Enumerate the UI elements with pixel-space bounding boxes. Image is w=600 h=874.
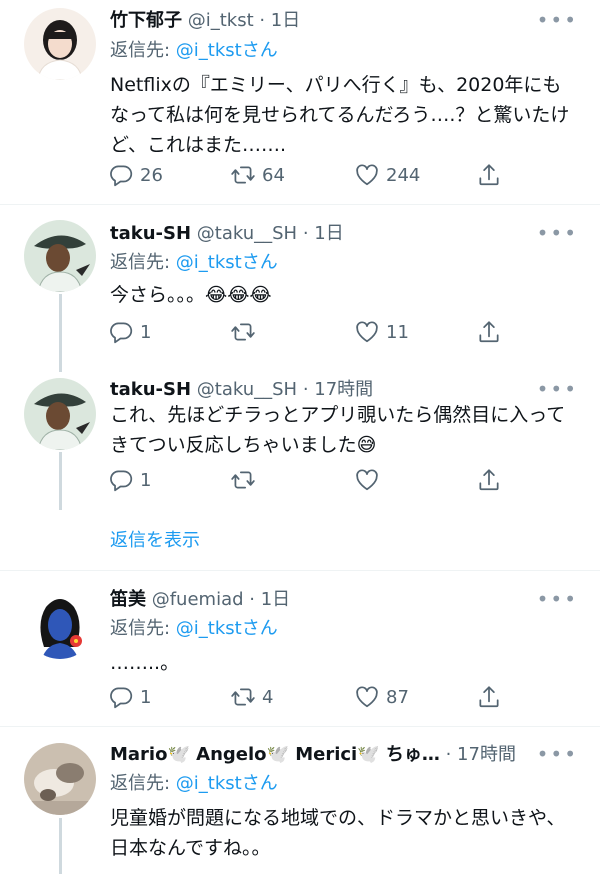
avatar[interactable] (24, 220, 96, 292)
share-icon (476, 162, 502, 188)
share-button[interactable] (476, 159, 502, 191)
more-icon[interactable]: ••• (537, 377, 578, 401)
more-icon[interactable]: ••• (537, 8, 578, 32)
reply-count: 1 (140, 469, 152, 491)
reply-count: 26 (140, 164, 163, 186)
reply-button[interactable]: 26 (108, 159, 163, 191)
retweet-icon (230, 467, 256, 493)
more-icon[interactable]: ••• (537, 742, 578, 766)
like-icon (354, 162, 380, 188)
retweet-count: 64 (262, 164, 285, 186)
tweet-actions: 26 64 244 (108, 159, 508, 191)
like-button[interactable]: 87 (354, 681, 409, 713)
tweet-2[interactable]: taku-SH @taku__SH · 1日 ••• 返信先: @i_tkstさ… (0, 205, 600, 360)
reply-to-handle[interactable]: @i_tkstさん (176, 618, 278, 639)
share-button[interactable] (476, 316, 502, 348)
like-icon (354, 467, 380, 493)
share-button[interactable] (476, 681, 502, 713)
avatar[interactable] (24, 587, 96, 659)
retweet-icon (230, 319, 256, 345)
display-name[interactable]: taku-SH (110, 379, 191, 400)
reply-to: 返信先: @i_tkstさん (110, 769, 278, 795)
reply-count: 1 (140, 321, 152, 343)
like-count: 244 (386, 164, 421, 186)
retweet-button[interactable]: 64 (230, 159, 285, 191)
reply-to-label: 返信先: (110, 252, 176, 273)
share-icon (476, 467, 502, 493)
reply-icon (108, 162, 134, 188)
like-button[interactable]: 244 (354, 159, 420, 191)
share-button[interactable] (476, 464, 502, 496)
reply-to-handle[interactable]: @i_tkstさん (176, 252, 278, 273)
avatar[interactable] (24, 743, 96, 815)
tweet-header: taku-SH @taku__SH · 1日 (110, 219, 344, 245)
reply-icon (108, 467, 134, 493)
reply-to-label: 返信先: (110, 40, 176, 61)
like-count: 87 (386, 686, 409, 708)
reply-to-handle[interactable]: @i_tkstさん (176, 40, 278, 61)
handle-time: @taku__SH · 17時間 (191, 379, 374, 400)
retweet-icon (230, 162, 256, 188)
handle-time: @fuemiad · 1日 (146, 589, 291, 610)
display-name[interactable]: 笛美 (110, 589, 146, 610)
reply-to: 返信先: @i_tkstさん (110, 36, 278, 62)
tweet-header: 竹下郁子 @i_tkst · 1日 (110, 6, 300, 32)
share-icon (476, 319, 502, 345)
display-name[interactable]: 竹下郁子 (110, 10, 182, 31)
reply-to-handle[interactable]: @i_tkstさん (176, 773, 278, 794)
avatar[interactable] (24, 8, 96, 80)
tweet-4[interactable]: 笛美 @fuemiad · 1日 ••• 返信先: @i_tkstさん ……..… (0, 571, 600, 726)
reply-button[interactable]: 1 (108, 681, 151, 713)
retweet-count: 4 (262, 686, 274, 708)
like-count: 11 (386, 321, 409, 343)
tweet-header: 笛美 @fuemiad · 1日 (110, 585, 290, 611)
like-button[interactable] (354, 464, 380, 496)
tweet-header: taku-SH @taku__SH · 17時間 (110, 375, 373, 401)
like-icon (354, 684, 380, 710)
tweet-actions: 1 11 (108, 316, 508, 348)
handle-time: @taku__SH · 1日 (191, 223, 344, 244)
handle-time: · 17時間 (439, 744, 516, 765)
handle-time: @i_tkst · 1日 (182, 10, 301, 31)
more-icon[interactable]: ••• (537, 587, 578, 611)
reply-icon (108, 684, 134, 710)
more-icon[interactable]: ••• (537, 221, 578, 245)
reply-button[interactable]: 1 (108, 316, 151, 348)
retweet-button[interactable]: 4 (230, 681, 273, 713)
reply-icon (108, 319, 134, 345)
reply-to-label: 返信先: (110, 618, 176, 639)
tweet-text: ……..。 (110, 652, 180, 674)
tweet-text: これ、先ほどチラっとアプリ覗いたら偶然目に入ってきてつい反応しちゃいました😅 (110, 404, 566, 456)
avatar[interactable] (24, 378, 96, 450)
reply-to-label: 返信先: (110, 773, 176, 794)
tweet-header: Mario🕊️ Angelo🕊️ Merici🕊️ ちゅ… · 17時間 (110, 740, 516, 766)
retweet-button[interactable] (230, 464, 256, 496)
retweet-button[interactable] (230, 316, 256, 348)
like-icon (354, 319, 380, 345)
like-button[interactable]: 11 (354, 316, 409, 348)
reply-button[interactable]: 1 (108, 464, 151, 496)
show-replies-link[interactable]: 返信を表示 (110, 526, 200, 552)
reply-count: 1 (140, 686, 152, 708)
tweet-actions: 1 (108, 464, 508, 496)
tweet-text: 今さら。。。😂😂😂 (110, 284, 272, 306)
tweet-1[interactable]: 竹下郁子 @i_tkst · 1日 ••• 返信先: @i_tkstさん Net… (0, 0, 600, 204)
tweet-3[interactable]: taku-SH @taku__SH · 17時間 ••• これ、先ほどチラっとア… (0, 362, 600, 512)
tweet-5[interactable]: Mario🕊️ Angelo🕊️ Merici🕊️ ちゅ… · 17時間 •••… (0, 727, 600, 874)
share-icon (476, 684, 502, 710)
reply-to: 返信先: @i_tkstさん (110, 614, 278, 640)
tweet-actions: 1 4 87 (108, 681, 508, 713)
display-name[interactable]: Mario🕊️ Angelo🕊️ Merici🕊️ ちゅ… (110, 744, 440, 765)
tweet-text: Netflixの『エミリー、パリへ行く』も、2020年にもなって私は何を見せられ… (110, 74, 570, 156)
retweet-icon (230, 684, 256, 710)
reply-to: 返信先: @i_tkstさん (110, 248, 278, 274)
tweet-text: 児童婚が問題になる地域での、ドラマかと思いきや、日本なんですね。。 (110, 807, 566, 859)
display-name[interactable]: taku-SH (110, 223, 191, 244)
